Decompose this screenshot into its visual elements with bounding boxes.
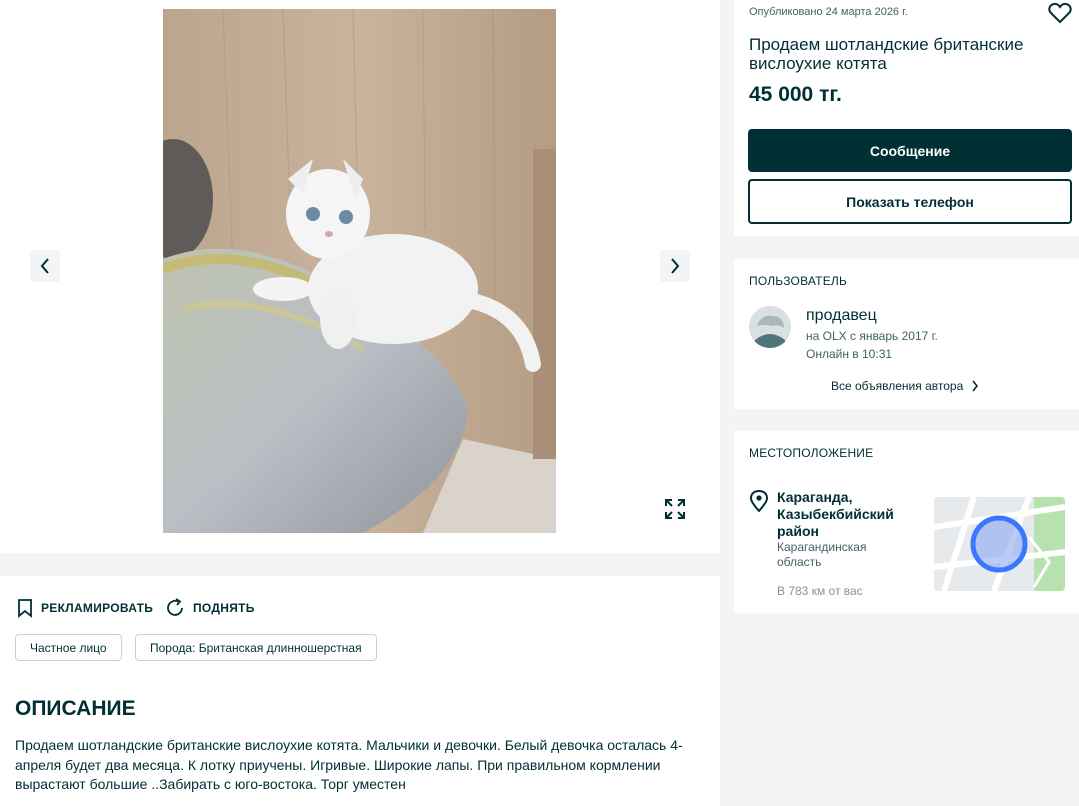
listing-title: Продаем шотландские британские вислоухие… <box>749 35 1024 73</box>
next-photo-button[interactable] <box>660 250 690 282</box>
listing-photo[interactable] <box>163 9 556 533</box>
user-online-status: Онлайн в 10:31 <box>806 347 893 361</box>
fullscreen-icon <box>665 499 685 519</box>
heart-icon <box>1048 2 1072 24</box>
favorite-button[interactable] <box>1048 2 1072 24</box>
all-ads-link[interactable]: Все объявления автора <box>831 379 979 393</box>
listing-price: 45 000 тг. <box>749 83 842 106</box>
all-ads-label: Все объявления автора <box>831 379 964 393</box>
published-date: Опубликовано 24 марта 2026 г. <box>749 6 908 18</box>
raise-label: ПОДНЯТЬ <box>193 601 255 615</box>
bookmark-icon <box>18 599 32 618</box>
tag-seller-type: Частное лицо <box>15 634 122 661</box>
prev-photo-button[interactable] <box>30 250 60 282</box>
user-avatar-icon <box>749 306 791 348</box>
listing-summary-card: Опубликовано 24 марта 2026 г. Продаем шо… <box>734 0 1079 236</box>
user-member-since: на OLX с январь 2017 г. <box>806 329 938 343</box>
promote-label: РЕКЛАМИРОВАТЬ <box>41 601 154 615</box>
user-card: ПОЛЬЗОВАТЕЛЬ продавец на OLX с январь 20… <box>734 259 1079 409</box>
location-city: Караганда, Казыбекбийский район <box>777 489 894 539</box>
show-phone-button[interactable]: Показать телефон <box>748 179 1072 224</box>
location-map[interactable] <box>934 497 1065 591</box>
chevron-left-icon <box>40 258 49 274</box>
fullscreen-button[interactable] <box>660 494 690 524</box>
map-thumbnail <box>934 497 1065 591</box>
user-name[interactable]: продавец <box>806 307 877 325</box>
tag-breed: Порода: Британская длинношерстная <box>135 634 377 661</box>
location-card: МЕСТОПОЛОЖЕНИЕ Караганда, Казыбекбийский… <box>734 431 1079 613</box>
location-section-title: МЕСТОПОЛОЖЕНИЕ <box>749 446 874 460</box>
avatar <box>749 306 791 348</box>
refresh-icon <box>167 598 183 616</box>
kitten-photo-illustration <box>163 9 556 533</box>
photo-gallery <box>0 0 720 553</box>
map-pin-icon <box>749 490 769 512</box>
user-section-title: ПОЛЬЗОВАТЕЛЬ <box>749 274 848 288</box>
message-button[interactable]: Сообщение <box>748 129 1072 172</box>
chevron-right-small-icon <box>972 380 979 392</box>
location-region: Карагандинская область <box>777 540 867 569</box>
location-distance: В 783 км от вас <box>777 584 863 598</box>
details-card: РЕКЛАМИРОВАТЬ ПОДНЯТЬ Частное лицо Пород… <box>0 576 720 806</box>
raise-button[interactable]: ПОДНЯТЬ <box>165 598 255 618</box>
description-text: Продаем шотландские британские вислоухие… <box>15 737 683 792</box>
chevron-right-icon <box>671 258 680 274</box>
promote-button[interactable]: РЕКЛАМИРОВАТЬ <box>17 598 153 618</box>
description-title: ОПИСАНИЕ <box>15 697 136 720</box>
